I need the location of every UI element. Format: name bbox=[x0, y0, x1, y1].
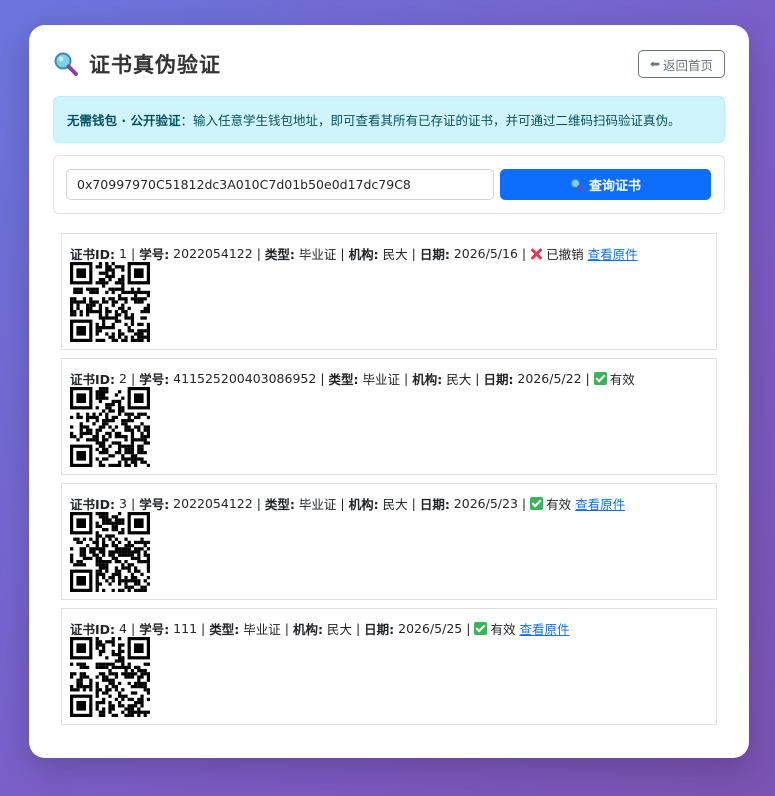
arrow-left-icon: ⬅ bbox=[649, 57, 661, 71]
status-text: 有效 bbox=[490, 622, 516, 637]
cert-id-label: 证书ID: bbox=[70, 372, 116, 387]
type-value: 毕业证 bbox=[358, 372, 401, 387]
separator: | bbox=[256, 496, 261, 511]
student-no-value: 111 bbox=[169, 621, 198, 636]
type-label: 类型: bbox=[209, 622, 240, 637]
separator: | bbox=[355, 621, 361, 636]
type-value: 毕业证 bbox=[294, 247, 337, 262]
check-box-icon bbox=[593, 372, 607, 385]
alert-bold: 无需钱包 · 公开验证 bbox=[67, 113, 181, 128]
student-no-label: 学号: bbox=[139, 247, 170, 262]
qr-code[interactable] bbox=[70, 512, 150, 592]
cert-id-value: 4 bbox=[115, 621, 127, 636]
certificate-info-line: 证书ID: 4 | 学号: 111 | 类型: 毕业证 | 机构: 民大 | 日期: 2026/… bbox=[70, 619, 569, 638]
student-no-label: 学号: bbox=[139, 622, 170, 637]
separator: | bbox=[340, 496, 345, 511]
back-home-button[interactable]: ⬅ 返回首页 bbox=[638, 50, 725, 78]
student-no-value: 2022054122 bbox=[169, 496, 253, 511]
check-box-icon bbox=[474, 622, 488, 635]
cert-id-label: 证书ID: bbox=[70, 497, 116, 512]
search-panel: 查询证书 bbox=[53, 155, 725, 214]
date-value: 2026/5/25 bbox=[394, 621, 463, 636]
separator: | bbox=[256, 246, 261, 261]
certificate-info-line: 证书ID: 3 | 学号: 2022054122 | 类型: 毕业证 | 机构: 民大 | 日期… bbox=[70, 494, 625, 513]
qr-code[interactable] bbox=[70, 387, 150, 467]
org-value: 民大 bbox=[442, 372, 472, 387]
date-value: 2026/5/16 bbox=[449, 246, 518, 261]
separator: | bbox=[130, 246, 136, 261]
certificate-card: 证书ID: 4 | 学号: 111 | 类型: 毕业证 | 机构: 民大 | 日期: 2026/… bbox=[61, 608, 717, 725]
org-label: 机构: bbox=[292, 622, 323, 637]
separator: | bbox=[130, 496, 136, 511]
separator: | bbox=[411, 246, 416, 261]
separator: | bbox=[130, 621, 136, 636]
date-label: 日期: bbox=[419, 247, 450, 262]
magnifier-icon bbox=[570, 178, 584, 191]
qr-code[interactable] bbox=[70, 637, 150, 717]
certificate-card: 证书ID: 3 | 学号: 2022054122 | 类型: 毕业证 | 机构: 民大 | 日期… bbox=[61, 483, 717, 600]
type-label: 类型: bbox=[264, 497, 295, 512]
cert-id-label: 证书ID: bbox=[70, 622, 116, 637]
separator: | bbox=[201, 621, 206, 636]
cert-id-label: 证书ID: bbox=[70, 247, 116, 262]
date-label: 日期: bbox=[419, 497, 450, 512]
org-value: 民大 bbox=[322, 622, 352, 637]
verify-card: 证书真伪验证 ⬅ 返回首页 无需钱包 · 公开验证 ：输入任意学生钱包地址，即可查… bbox=[29, 25, 749, 758]
cert-id-value: 1 bbox=[115, 246, 127, 261]
query-button-label: 查询证书 bbox=[588, 179, 641, 194]
student-no-value: 411525200403086952 bbox=[169, 371, 317, 386]
certificate-info-line: 证书ID: 2 | 学号: 411525200403086952 | 类型: 毕业证 | 机… bbox=[70, 369, 635, 388]
org-value: 民大 bbox=[378, 247, 408, 262]
date-value: 2026/5/23 bbox=[449, 496, 518, 511]
cert-id-value: 3 bbox=[115, 496, 127, 511]
certificate-info-line: 证书ID: 1 | 学号: 2022054122 | 类型: 毕业证 | 机构: 民大 | 日期… bbox=[70, 244, 638, 263]
org-label: 机构: bbox=[412, 372, 443, 387]
type-value: 毕业证 bbox=[294, 497, 337, 512]
type-label: 类型: bbox=[264, 247, 295, 262]
status-text: 已撤销 bbox=[546, 247, 584, 262]
student-no-label: 学号: bbox=[139, 497, 170, 512]
separator: | bbox=[284, 621, 289, 636]
query-certificates-button[interactable]: 查询证书 bbox=[500, 169, 711, 200]
date-label: 日期: bbox=[483, 372, 514, 387]
magnifier-icon bbox=[54, 52, 78, 76]
separator: | bbox=[466, 621, 471, 636]
org-label: 机构: bbox=[348, 497, 379, 512]
page-header: 证书真伪验证 ⬅ 返回首页 bbox=[53, 49, 725, 83]
status-text: 有效 bbox=[546, 497, 572, 512]
separator: | bbox=[521, 496, 527, 511]
org-value: 民大 bbox=[378, 497, 408, 512]
view-original-link[interactable]: 查看原件 bbox=[519, 619, 569, 638]
date-label: 日期: bbox=[364, 622, 395, 637]
separator: | bbox=[521, 246, 527, 261]
check-box-icon bbox=[530, 497, 544, 510]
back-home-label: 返回首页 bbox=[663, 57, 714, 73]
cert-id-value: 2 bbox=[115, 371, 127, 386]
info-alert: 无需钱包 · 公开验证 ：输入任意学生钱包地址，即可查看其所有已存证的证书，并可通… bbox=[53, 96, 725, 143]
separator: | bbox=[411, 496, 416, 511]
certificate-card: 证书ID: 2 | 学号: 411525200403086952 | 类型: 毕业证 | 机… bbox=[61, 358, 717, 475]
separator: | bbox=[404, 371, 409, 386]
view-original-link[interactable]: 查看原件 bbox=[575, 494, 625, 513]
separator: | bbox=[585, 371, 590, 386]
cross-icon bbox=[530, 247, 543, 260]
student-no-value: 2022054122 bbox=[169, 246, 253, 261]
type-value: 毕业证 bbox=[239, 622, 281, 637]
separator: | bbox=[320, 371, 325, 386]
page-title: 证书真伪验证 bbox=[89, 53, 221, 77]
page-title-wrap: 证书真伪验证 bbox=[53, 49, 221, 79]
view-original-link[interactable]: 查看原件 bbox=[588, 244, 638, 263]
separator: | bbox=[130, 371, 136, 386]
type-label: 类型: bbox=[328, 372, 359, 387]
date-value: 2026/5/22 bbox=[513, 371, 582, 386]
alert-text: ：输入任意学生钱包地址，即可查看其所有已存证的证书，并可通过二维码扫码验证真伪。 bbox=[180, 113, 681, 128]
qr-code[interactable] bbox=[70, 262, 150, 342]
student-no-label: 学号: bbox=[139, 372, 170, 387]
org-label: 机构: bbox=[348, 247, 379, 262]
wallet-address-input[interactable] bbox=[66, 169, 494, 200]
separator: | bbox=[340, 246, 345, 261]
certificate-card: 证书ID: 1 | 学号: 2022054122 | 类型: 毕业证 | 机构: 民大 | 日期… bbox=[61, 233, 717, 350]
status-text: 有效 bbox=[609, 372, 635, 387]
separator: | bbox=[475, 371, 480, 386]
